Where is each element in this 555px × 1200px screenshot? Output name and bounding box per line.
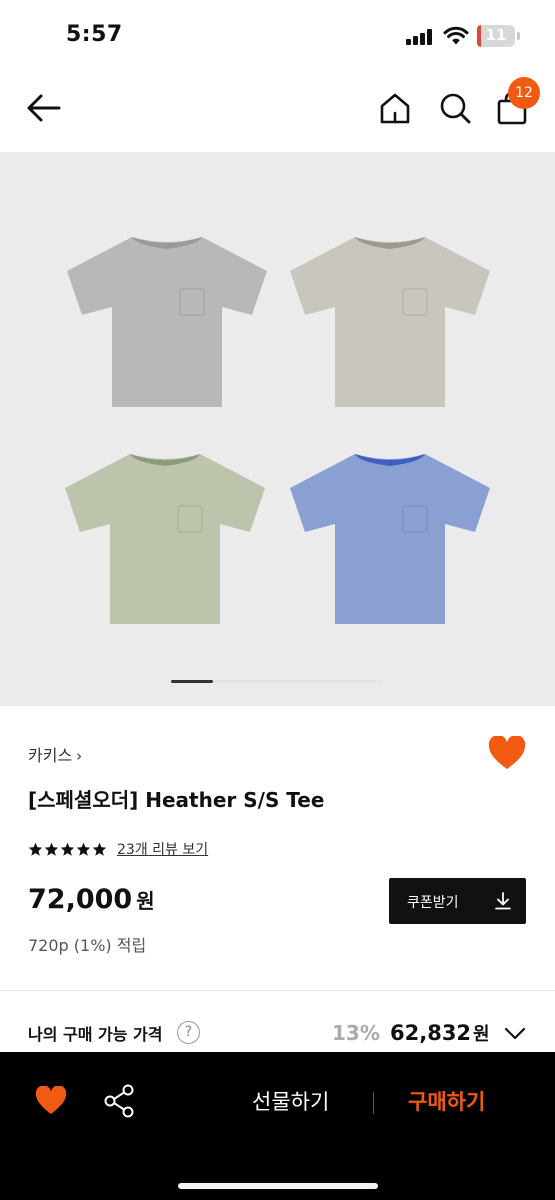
star-icon	[28, 842, 43, 856]
final-price-value: 62,832	[390, 1021, 472, 1045]
star-icon	[44, 842, 59, 856]
gift-button[interactable]: 선물하기	[252, 1086, 329, 1116]
chevron-right-icon: ›	[76, 747, 83, 765]
rating-stars	[28, 842, 107, 857]
final-price-unit: 원	[473, 1024, 490, 1045]
review-link[interactable]: 23개 리뷰 보기	[117, 839, 208, 859]
coupon-button[interactable]: 쿠폰받기	[389, 878, 526, 924]
heart-icon[interactable]	[488, 736, 526, 772]
status-bar: 5:57 11	[0, 0, 555, 70]
buy-button[interactable]: 구매하기	[408, 1086, 485, 1116]
search-icon[interactable]	[438, 91, 472, 125]
star-icon	[76, 842, 91, 856]
brand-name: 카키스	[28, 746, 73, 765]
divider	[0, 990, 555, 991]
signal-icon	[406, 29, 434, 45]
coupon-label: 쿠폰받기	[407, 895, 459, 911]
star-icon	[60, 842, 75, 856]
help-icon[interactable]: ?	[177, 1021, 200, 1044]
battery-tip	[517, 32, 520, 40]
my-price-label: 나의 구매 가능 가격	[28, 1025, 163, 1044]
wifi-icon	[443, 26, 469, 45]
price-unit: 원	[136, 889, 155, 913]
home-indicator	[178, 1183, 378, 1189]
carousel-indicator	[171, 680, 383, 683]
bottom-action-bar: 선물하기 구매하기	[0, 1052, 555, 1200]
home-icon[interactable]	[378, 91, 412, 125]
rating: 23개 리뷰 보기	[28, 838, 208, 860]
carousel-active-indicator	[171, 680, 214, 683]
price: 72,000 원	[28, 884, 155, 915]
cart-count-badge: 12	[508, 77, 540, 109]
nav-bar: 12	[0, 70, 555, 152]
star-icon	[92, 842, 107, 856]
download-icon	[495, 892, 511, 910]
arrow-left-icon[interactable]	[26, 90, 62, 126]
shirt-green-image	[65, 454, 265, 624]
final-price: 62,832 원	[390, 1020, 490, 1046]
product-image[interactable]	[0, 152, 555, 706]
share-icon[interactable]	[103, 1084, 135, 1118]
battery-icon: 11	[477, 25, 515, 47]
price-value: 72,000	[28, 884, 133, 915]
shirt-blue-image	[290, 454, 490, 624]
status-time: 5:57	[66, 22, 123, 47]
shirt-grey-image	[67, 237, 267, 407]
discount-rate: 13%	[332, 1021, 380, 1045]
shirt-beige-image	[290, 237, 490, 407]
divider	[373, 1092, 374, 1114]
heart-icon[interactable]	[35, 1086, 67, 1116]
points-info: 720p (1%) 적립	[28, 936, 147, 955]
brand-link[interactable]: 카키스 ›	[28, 742, 82, 766]
product-title: [스페셜오더] Heather S/S Tee	[28, 788, 325, 812]
chevron-down-icon[interactable]	[503, 1023, 527, 1043]
battery-level: 11	[485, 26, 507, 44]
